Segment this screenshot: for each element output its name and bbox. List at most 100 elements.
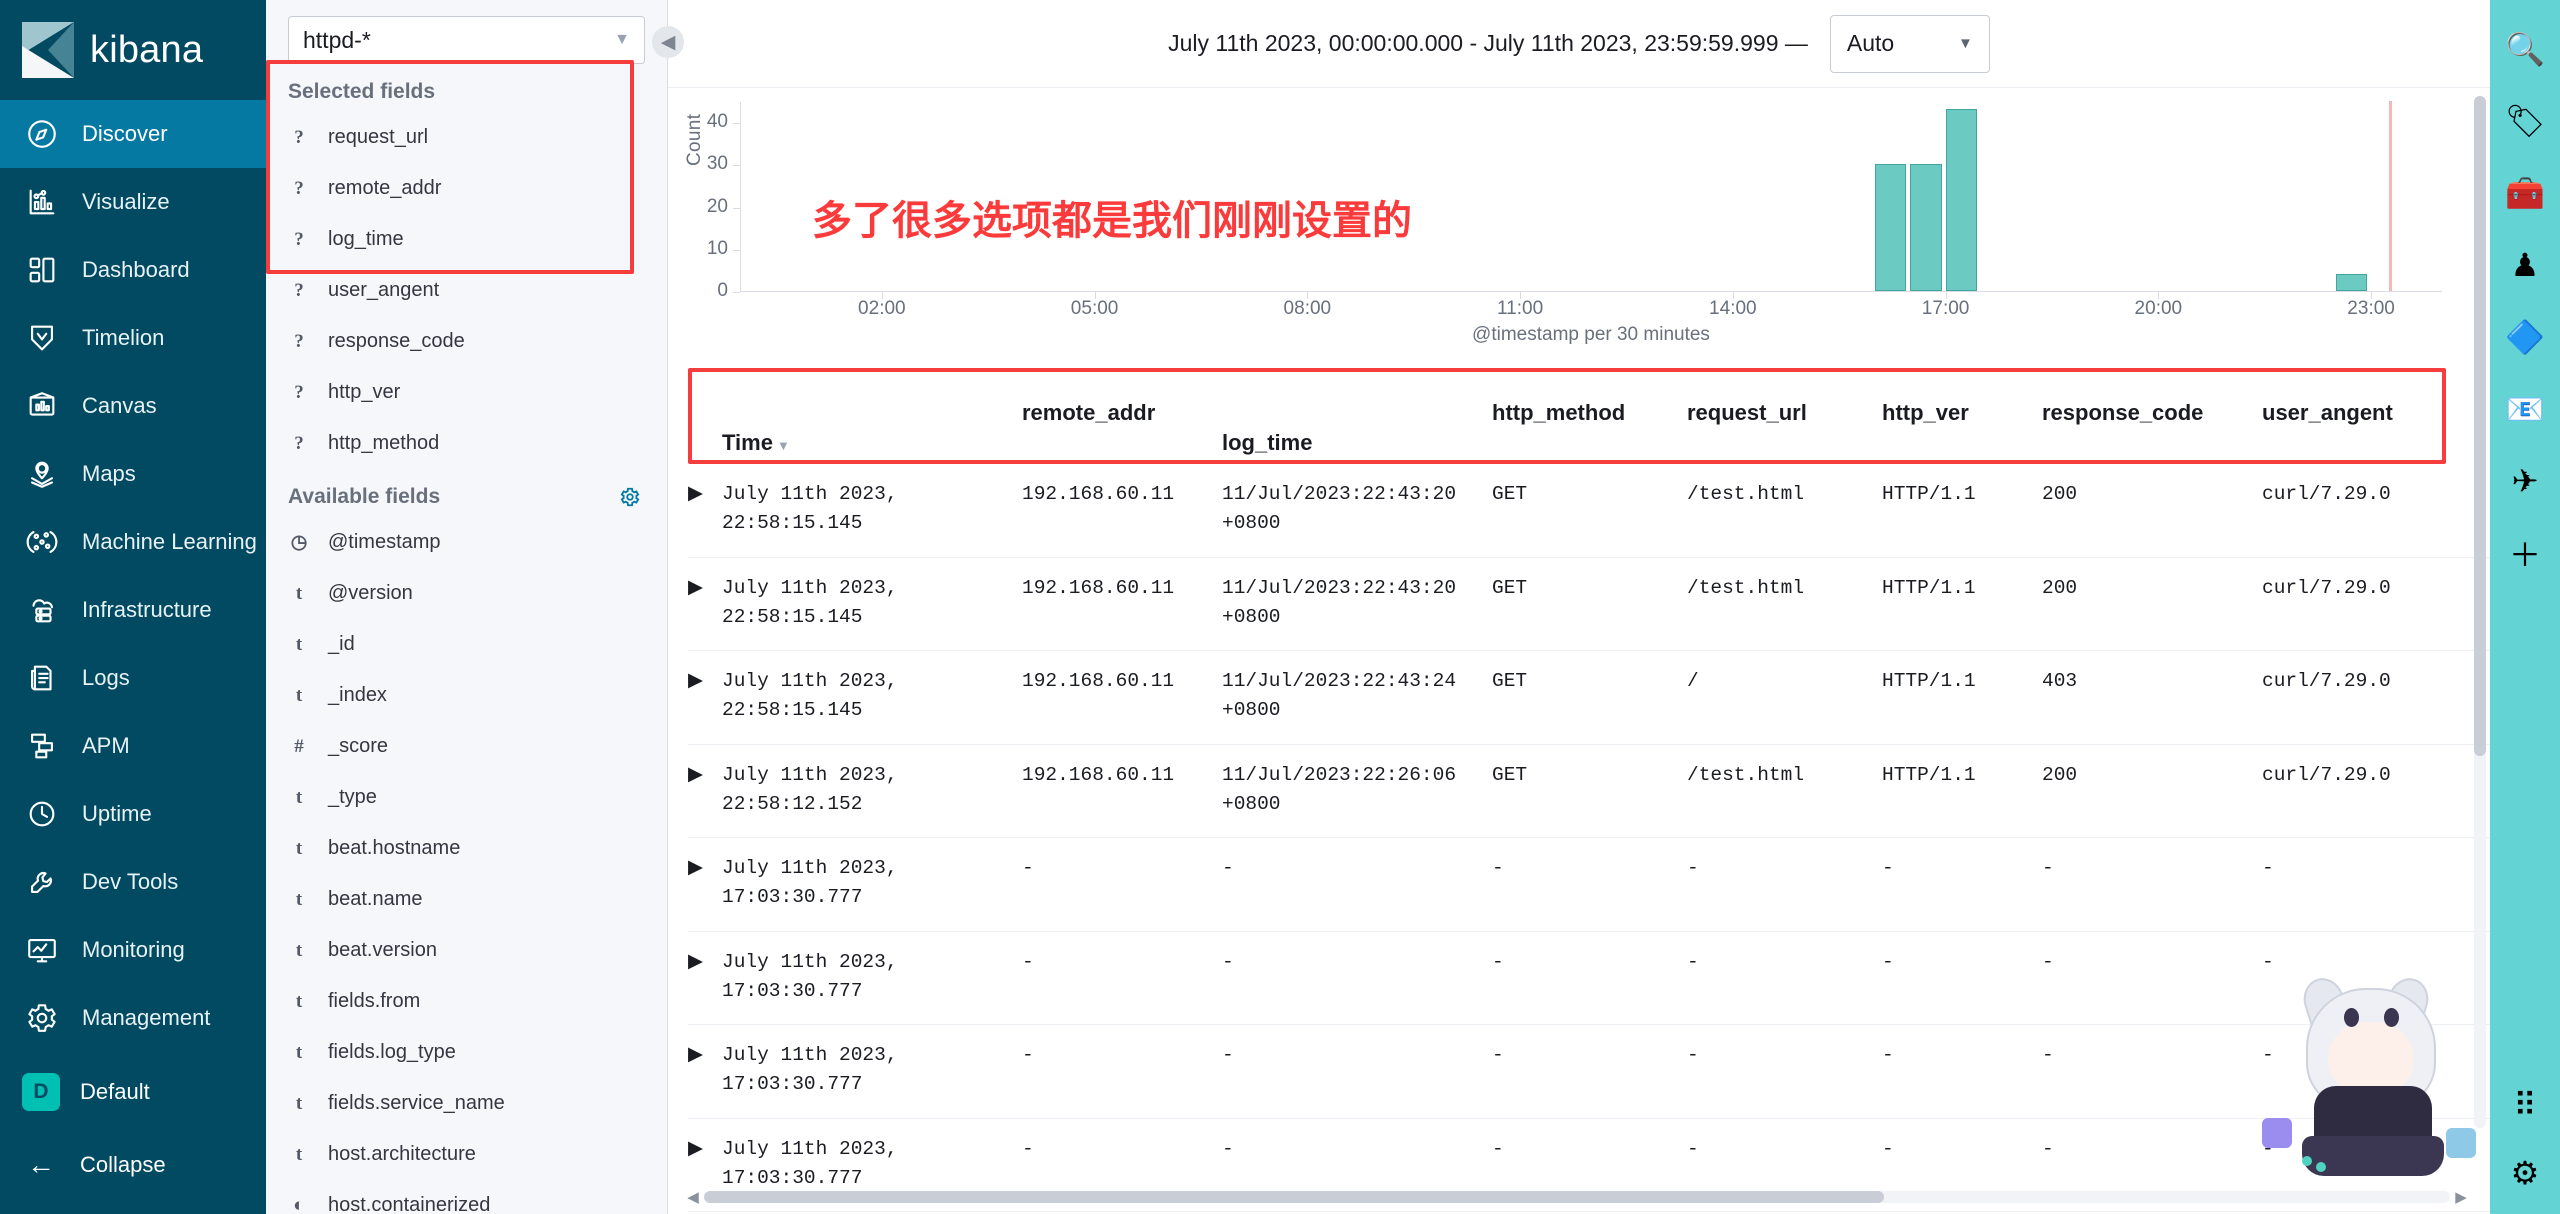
sidebar-item-uptime[interactable]: Uptime: [0, 780, 266, 848]
kibana-logo[interactable]: kibana: [0, 0, 266, 100]
field-item[interactable]: ◐ host.containerized: [266, 1180, 667, 1214]
y-axis-tick-mark: [733, 249, 740, 251]
cell-response_code: 403: [2042, 650, 2262, 744]
cell-remote_addr: 192.168.60.11: [1022, 650, 1222, 744]
field-item[interactable]: t beat.hostname: [266, 823, 667, 874]
sidebar-item-visualize[interactable]: Visualize: [0, 168, 266, 236]
field-settings-gear-icon[interactable]: [619, 486, 641, 508]
field-item[interactable]: # _score: [266, 721, 667, 772]
toolbox-icon[interactable]: 🧰: [2502, 170, 2548, 216]
scroll-right-icon[interactable]: ▶: [2450, 1188, 2472, 1206]
time-range-label[interactable]: July 11th 2023, 00:00:00.000 - July 11th…: [1168, 30, 1808, 57]
uptime-icon: [22, 794, 62, 834]
vertical-scrollbar[interactable]: [2474, 96, 2486, 1128]
telegram-icon[interactable]: ✈: [2502, 458, 2548, 504]
field-item[interactable]: t @version: [266, 568, 667, 619]
cell-time: July 11th 2023, 22:58:15.145: [722, 650, 1022, 744]
microsoft-365-icon[interactable]: 🔷: [2502, 314, 2548, 360]
chart-icon: [22, 182, 62, 222]
histogram-bar[interactable]: [1874, 164, 1907, 291]
table-row[interactable]: ▶July 11th 2023, 17:03:30.777-------: [688, 930, 2492, 1025]
tag-icon[interactable]: 🏷: [2502, 98, 2548, 144]
table-row[interactable]: ▶July 11th 2023, 17:03:30.777-------: [688, 1024, 2492, 1118]
sidebar-item-infrastructure[interactable]: Infrastructure: [0, 576, 266, 644]
collapse-nav-button[interactable]: ← Collapse: [0, 1132, 266, 1198]
histogram-bar[interactable]: [1910, 164, 1942, 291]
table-row[interactable]: ▶July 11th 2023, 17:03:30.777-------: [688, 837, 2492, 931]
expand-row-icon[interactable]: ▶: [688, 464, 722, 557]
cell-http_method: GET: [1492, 556, 1687, 651]
expand-row-icon[interactable]: ▶: [688, 556, 722, 651]
settings-icon[interactable]: ⚙: [2502, 1150, 2548, 1196]
table-row[interactable]: ▶ July 11th 2023, 22:58:15.145 192.168.60.…: [688, 556, 2492, 651]
histogram-bar[interactable]: [1945, 109, 1978, 291]
field-item[interactable]: t fields.service_name: [266, 1078, 667, 1129]
field-item[interactable]: t fields.from: [266, 976, 667, 1027]
sidebar-item-label: Dev Tools: [82, 869, 179, 894]
expand-row-icon[interactable]: ▶: [688, 650, 722, 744]
sidebar-item-dashboard[interactable]: Dashboard: [0, 236, 266, 304]
sidebar-item-discover[interactable]: Discover: [0, 100, 266, 168]
table-row[interactable]: ▶ July 11th 2023, 22:58:15.145 192.168.60.…: [688, 464, 2492, 557]
field-item[interactable]: t fields.log_type: [266, 1027, 667, 1078]
field-item[interactable]: t host.architecture: [266, 1129, 667, 1180]
sidebar-item-canvas[interactable]: Canvas: [0, 372, 266, 440]
y-axis-tick-label: 20: [706, 195, 728, 217]
field-item[interactable]: ◷ @timestamp: [266, 517, 667, 568]
table-row[interactable]: ▶ July 11th 2023, 22:58:15.145 192.168.60.…: [688, 650, 2492, 744]
chess-icon[interactable]: ♟: [2502, 242, 2548, 288]
vertical-scrollbar-thumb[interactable]: [2474, 96, 2486, 756]
column-header-time[interactable]: Time ▼: [722, 368, 1022, 464]
field-item[interactable]: ? log_time: [266, 214, 667, 265]
column-header-user_angent[interactable]: user_angent: [2262, 368, 2492, 464]
field-item[interactable]: t _type: [266, 772, 667, 823]
sidebar-item-management[interactable]: Management: [0, 984, 266, 1052]
column-header-http_ver[interactable]: http_ver: [1882, 368, 2042, 464]
sidebar-item-maps[interactable]: Maps: [0, 440, 266, 508]
field-item[interactable]: ? remote_addr: [266, 163, 667, 214]
sort-caret-icon[interactable]: ▼: [777, 438, 790, 453]
apps-icon[interactable]: ⠿: [2502, 1082, 2548, 1128]
field-item[interactable]: t _index: [266, 670, 667, 721]
expand-row-icon[interactable]: ▶: [688, 743, 722, 838]
histogram-bar[interactable]: [2335, 274, 2368, 291]
index-pattern-selector[interactable]: httpd-* ▼: [288, 16, 645, 64]
cell-time: July 11th 2023, 17:03:30.777: [722, 1024, 1022, 1118]
outlook-icon[interactable]: 📧: [2502, 386, 2548, 432]
horizontal-scrollbar-thumb[interactable]: [704, 1191, 1884, 1203]
expand-row-icon[interactable]: ▶: [688, 1024, 722, 1118]
monitoring-icon: [22, 930, 62, 970]
field-item[interactable]: t beat.version: [266, 925, 667, 976]
field-item[interactable]: ? http_method: [266, 418, 667, 469]
sidebar-item-dev-tools[interactable]: Dev Tools: [0, 848, 266, 916]
field-item[interactable]: t _id: [266, 619, 667, 670]
field-item[interactable]: t beat.name: [266, 874, 667, 925]
sidebar-item-logs[interactable]: Logs: [0, 644, 266, 712]
expand-row-icon[interactable]: ▶: [688, 930, 722, 1025]
field-item[interactable]: ? request_url: [266, 112, 667, 163]
horizontal-scrollbar-track[interactable]: [704, 1191, 2450, 1203]
scroll-left-icon[interactable]: ◀: [682, 1188, 704, 1206]
space-selector[interactable]: D Default: [0, 1052, 266, 1132]
horizontal-scrollbar[interactable]: ◀ ▶: [682, 1186, 2472, 1208]
brand-name: kibana: [90, 28, 204, 71]
sidebar-item-apm[interactable]: APM: [0, 712, 266, 780]
field-item[interactable]: ? response_code: [266, 316, 667, 367]
column-header-log_time[interactable]: log_time: [1222, 368, 1492, 464]
sidebar-item-machine-learning[interactable]: Machine Learning: [0, 508, 266, 576]
sidebar-item-monitoring[interactable]: Monitoring: [0, 916, 266, 984]
column-header-response_code[interactable]: response_code: [2042, 368, 2262, 464]
field-item[interactable]: ? http_ver: [266, 367, 667, 418]
column-header-remote_addr[interactable]: remote_addr: [1022, 368, 1222, 464]
interval-select[interactable]: Auto ▼: [1829, 14, 1990, 73]
kibana-mark-icon: [22, 22, 74, 78]
add-icon[interactable]: ＋: [2502, 530, 2548, 576]
column-header-request_url[interactable]: request_url: [1687, 368, 1882, 464]
table-row[interactable]: ▶ July 11th 2023, 22:58:12.152 192.168.60.…: [688, 743, 2492, 838]
collapse-sidebar-button[interactable]: ◀: [652, 26, 684, 58]
expand-row-icon[interactable]: ▶: [688, 837, 722, 931]
sidebar-item-timelion[interactable]: Timelion: [0, 304, 266, 372]
field-item[interactable]: ? user_angent: [266, 265, 667, 316]
search-icon[interactable]: 🔍: [2502, 26, 2548, 72]
column-header-http_method[interactable]: http_method: [1492, 368, 1687, 464]
